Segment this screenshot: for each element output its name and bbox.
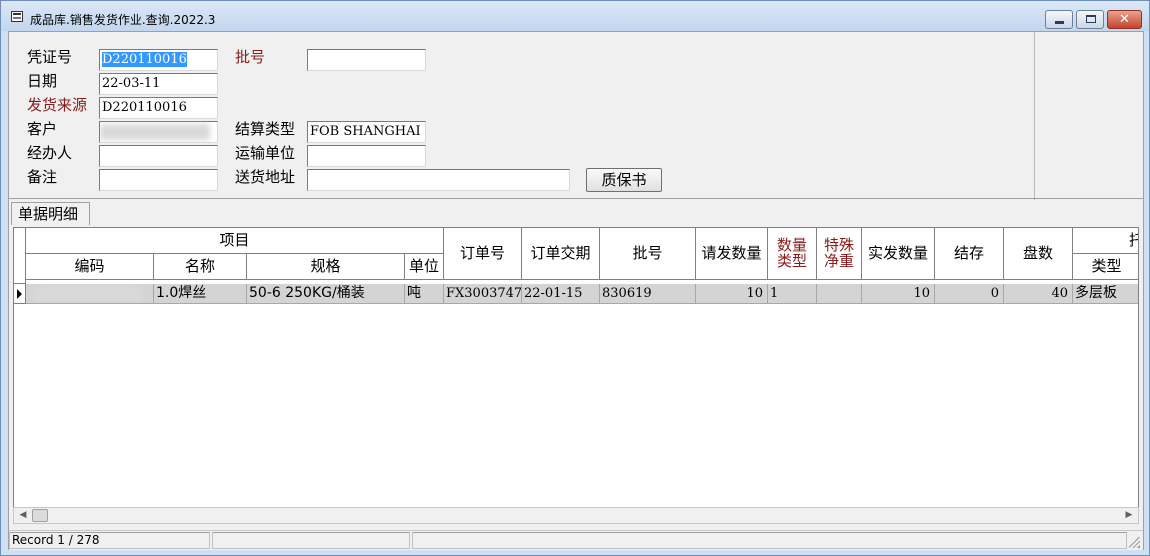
header-balance[interactable]: 结存	[935, 228, 1004, 280]
cell-code[interactable]	[26, 284, 154, 304]
scroll-left-arrow-icon[interactable]: ◀	[15, 508, 31, 523]
tab-strip: 单据明细	[9, 200, 1143, 227]
header-qty-type-line1: 数量	[776, 236, 807, 254]
remarks-label: 备注	[27, 168, 58, 186]
maximize-button[interactable]	[1076, 10, 1104, 29]
date-label: 日期	[27, 72, 58, 90]
quality-certificate-button[interactable]: 质保书	[586, 168, 662, 192]
handler-field[interactable]	[99, 145, 218, 167]
header-pallet-type[interactable]: 类型	[1073, 254, 1138, 280]
settlement-type-label: 结算类型	[235, 120, 296, 138]
delivery-address-label: 送货地址	[235, 168, 296, 186]
remarks-field[interactable]	[99, 169, 218, 191]
voucher-no-field[interactable]: D220110016	[99, 49, 218, 71]
carrier-field[interactable]	[307, 145, 426, 167]
application-window: 成品库.销售发货作业.查询.2022.3 ✕ 凭证号 D220110016 批号…	[0, 0, 1150, 556]
header-qty-type-line2: 类型	[776, 252, 807, 270]
header-unit[interactable]: 单位	[405, 254, 444, 280]
header-special-net-line1: 特殊	[823, 236, 854, 254]
handler-label: 经办人	[27, 144, 73, 162]
record-status: Record 1 / 278	[9, 532, 210, 549]
date-field[interactable]: 22-03-11	[99, 73, 218, 95]
cell-pallet-type[interactable]: 多层板	[1073, 284, 1138, 304]
resize-grip-icon[interactable]	[1129, 537, 1140, 548]
current-row-indicator	[14, 284, 26, 304]
title-bar[interactable]: 成品库.销售发货作业.查询.2022.3 ✕	[1, 1, 1149, 31]
header-actual-qty[interactable]: 实发数量	[862, 228, 935, 280]
cell-order-due[interactable]: 22-01-15	[522, 284, 600, 304]
cell-order-no[interactable]: FX3003747(	[444, 284, 522, 304]
batch-no-label: 批号	[235, 48, 266, 66]
cell-requested-qty[interactable]: 10	[696, 284, 768, 304]
cell-spec[interactable]: 50-6 250KG/桶装	[247, 284, 405, 304]
cell-balance[interactable]: 0	[935, 284, 1004, 304]
cell-batch-no[interactable]: 830619	[600, 284, 696, 304]
header-pallet-count[interactable]: 盘数	[1004, 228, 1073, 280]
detail-grid[interactable]: 项目 编码 名称 规格 单位 订单号 订单交期 批号 请发数量 数量 类型 特殊…	[13, 227, 1139, 523]
header-special-net[interactable]: 特殊 净重	[817, 228, 862, 280]
maximize-icon	[1086, 15, 1096, 23]
header-form-panel: 凭证号 D220110016 批号 日期 22-03-11 发货来源 D2201…	[9, 32, 1035, 200]
customer-field[interactable]	[99, 121, 218, 143]
redacted-code	[34, 286, 142, 301]
close-button[interactable]: ✕	[1107, 10, 1142, 29]
window-title: 成品库.销售发货作业.查询.2022.3	[30, 13, 216, 27]
header-order-due[interactable]: 订单交期	[522, 228, 600, 280]
header-qty-type[interactable]: 数量 类型	[768, 228, 817, 280]
header-name[interactable]: 名称	[154, 254, 247, 280]
header-code[interactable]: 编码	[26, 254, 154, 280]
batch-no-field[interactable]	[307, 49, 426, 71]
cell-actual-qty[interactable]: 10	[862, 284, 935, 304]
cell-special-net[interactable]	[817, 284, 862, 304]
client-area: 凭证号 D220110016 批号 日期 22-03-11 发货来源 D2201…	[8, 31, 1144, 550]
horizontal-scrollbar[interactable]: ◀ ▶	[13, 507, 1139, 524]
header-group-item: 项目	[26, 228, 444, 254]
scrollbar-thumb[interactable]	[32, 509, 48, 522]
delivery-address-field[interactable]	[307, 169, 570, 191]
voucher-no-label: 凭证号	[27, 48, 73, 66]
source-label: 发货来源	[27, 96, 88, 114]
status-bar: Record 1 / 278	[9, 530, 1143, 550]
app-form-icon[interactable]	[11, 11, 23, 22]
tab-document-detail[interactable]: 单据明细	[11, 202, 90, 225]
status-panel-2	[212, 532, 410, 549]
close-icon: ✕	[1119, 12, 1130, 27]
header-special-net-line2: 净重	[823, 252, 854, 270]
minimize-icon	[1055, 21, 1064, 24]
voucher-no-value: D220110016	[102, 52, 187, 67]
form-divider	[9, 198, 1143, 199]
cell-qty-type[interactable]: 1	[768, 284, 817, 304]
settlement-type-field[interactable]: FOB SHANGHAI	[307, 121, 426, 143]
header-spec[interactable]: 规格	[247, 254, 405, 280]
redacted-customer	[100, 124, 210, 140]
minimize-button[interactable]	[1045, 10, 1073, 29]
carrier-label: 运输单位	[235, 144, 296, 162]
header-order-no[interactable]: 订单号	[444, 228, 522, 280]
header-batch-no[interactable]: 批号	[600, 228, 696, 280]
cell-unit[interactable]: 吨	[405, 284, 444, 304]
customer-label: 客户	[27, 120, 58, 138]
header-requested-qty[interactable]: 请发数量	[696, 228, 768, 280]
scroll-right-arrow-icon[interactable]: ▶	[1121, 508, 1137, 523]
cell-pallet-count[interactable]: 40	[1004, 284, 1073, 304]
grid-corner	[14, 228, 26, 284]
status-panel-3	[412, 532, 1127, 549]
source-field[interactable]: D220110016	[99, 97, 218, 119]
cell-name[interactable]: 1.0焊丝	[154, 284, 247, 304]
header-group-pallet: 托	[1073, 228, 1138, 254]
